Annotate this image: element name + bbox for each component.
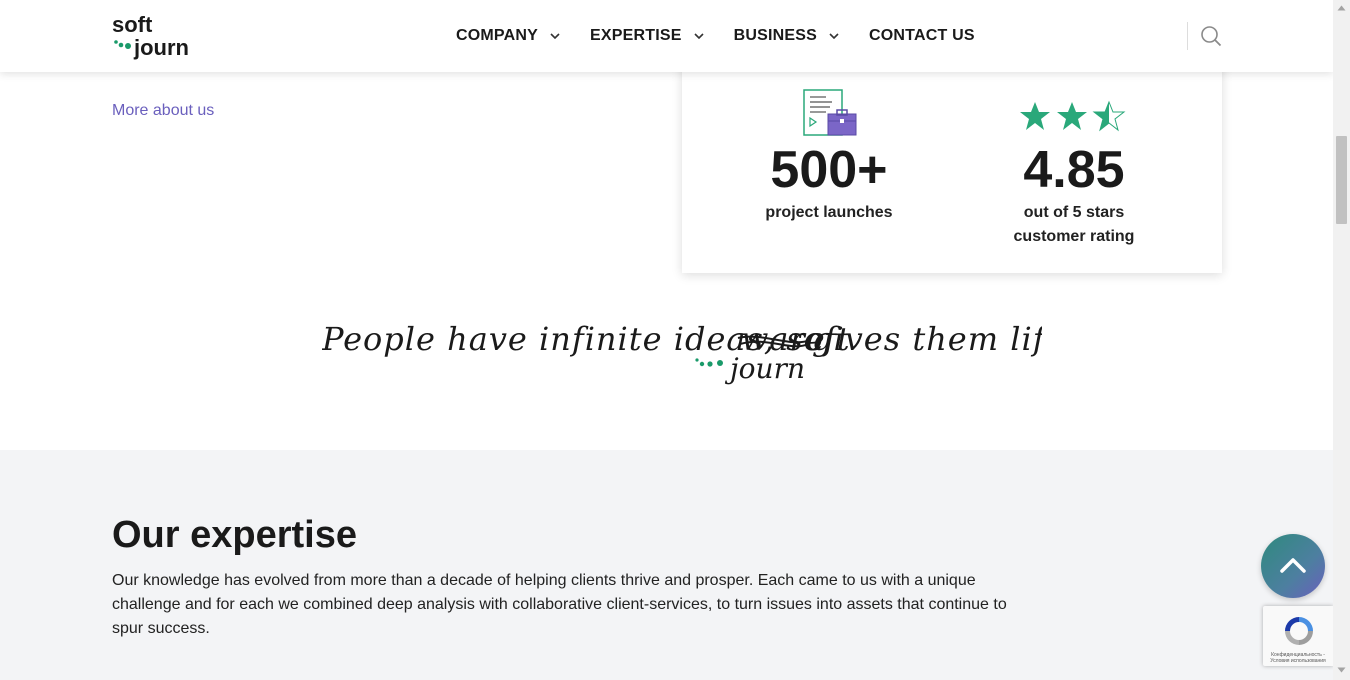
more-about-us-link[interactable]: More about us bbox=[112, 102, 214, 120]
tagline-replacement: journ bbox=[724, 352, 805, 385]
logo-bottom-text: journ bbox=[133, 35, 189, 60]
star-icon bbox=[1020, 102, 1050, 130]
stats-card: 500+ project launches 4.85 out of 5 star… bbox=[682, 60, 1222, 273]
nav-item-company[interactable]: COMPANY bbox=[456, 27, 560, 45]
recaptcha-badge[interactable]: Конфиденциальность - Условия использован… bbox=[1263, 606, 1333, 666]
stat-label-launches: project launches bbox=[765, 204, 893, 221]
softjourn-logo[interactable]: soft journ bbox=[112, 12, 204, 62]
main-nav: COMPANY EXPERTISE BUSINESS CONTACT US bbox=[456, 0, 975, 72]
expertise-section: Our expertise Our knowledge has evolved … bbox=[0, 450, 1333, 680]
page: soft journ COMPANY EXPERTISE BUSINESS CO… bbox=[0, 0, 1333, 680]
nav-item-label: EXPERTISE bbox=[590, 27, 682, 44]
recaptcha-privacy-text: Конфиденциальность - Условия использован… bbox=[1270, 652, 1326, 664]
document-briefcase-icon bbox=[803, 89, 857, 136]
half-star-icon bbox=[1092, 100, 1126, 132]
rating-stars bbox=[1020, 100, 1126, 132]
scroll-to-top-button[interactable] bbox=[1261, 534, 1325, 598]
header-divider bbox=[1187, 22, 1188, 50]
stat-value-launches: 500+ bbox=[770, 141, 888, 199]
nav-item-expertise[interactable]: EXPERTISE bbox=[590, 27, 704, 45]
nav-item-contact-us[interactable]: CONTACT US bbox=[869, 27, 975, 45]
stat-value-rating: 4.85 bbox=[1023, 141, 1125, 199]
star-icon bbox=[1057, 102, 1087, 130]
tagline-handwriting: People have infinite ideas, soft ware gi… bbox=[322, 320, 1042, 385]
scrollbar-thumb[interactable] bbox=[1336, 136, 1347, 224]
rating-label-line1: out of 5 stars bbox=[1023, 204, 1125, 221]
page-scrollbar[interactable] bbox=[1333, 0, 1350, 680]
stat-label-rating: out of 5 stars customer rating bbox=[964, 201, 1184, 249]
chevron-up-icon bbox=[1280, 558, 1306, 573]
site-header: soft journ COMPANY EXPERTISE BUSINESS CO… bbox=[0, 0, 1333, 72]
logo-top-text: soft bbox=[112, 12, 153, 37]
nav-item-label: COMPANY bbox=[456, 27, 538, 44]
chevron-down-icon bbox=[694, 33, 704, 39]
chevron-down-icon bbox=[550, 33, 560, 39]
scroll-down-arrow-icon[interactable] bbox=[1337, 667, 1346, 673]
scroll-up-arrow-icon[interactable] bbox=[1337, 5, 1346, 11]
search-icon[interactable] bbox=[1200, 25, 1222, 47]
rating-label-line2: customer rating bbox=[1013, 228, 1135, 245]
tagline-text-after: gives them life! bbox=[812, 320, 1042, 358]
recaptcha-icon bbox=[1285, 617, 1313, 645]
nav-item-label: CONTACT US bbox=[869, 27, 975, 44]
section-title: Our expertise bbox=[112, 514, 357, 556]
nav-item-business[interactable]: BUSINESS bbox=[734, 27, 839, 45]
section-description: Our knowledge has evolved from more than… bbox=[112, 572, 1007, 637]
chevron-down-icon bbox=[829, 33, 839, 39]
nav-item-label: BUSINESS bbox=[733, 27, 818, 44]
